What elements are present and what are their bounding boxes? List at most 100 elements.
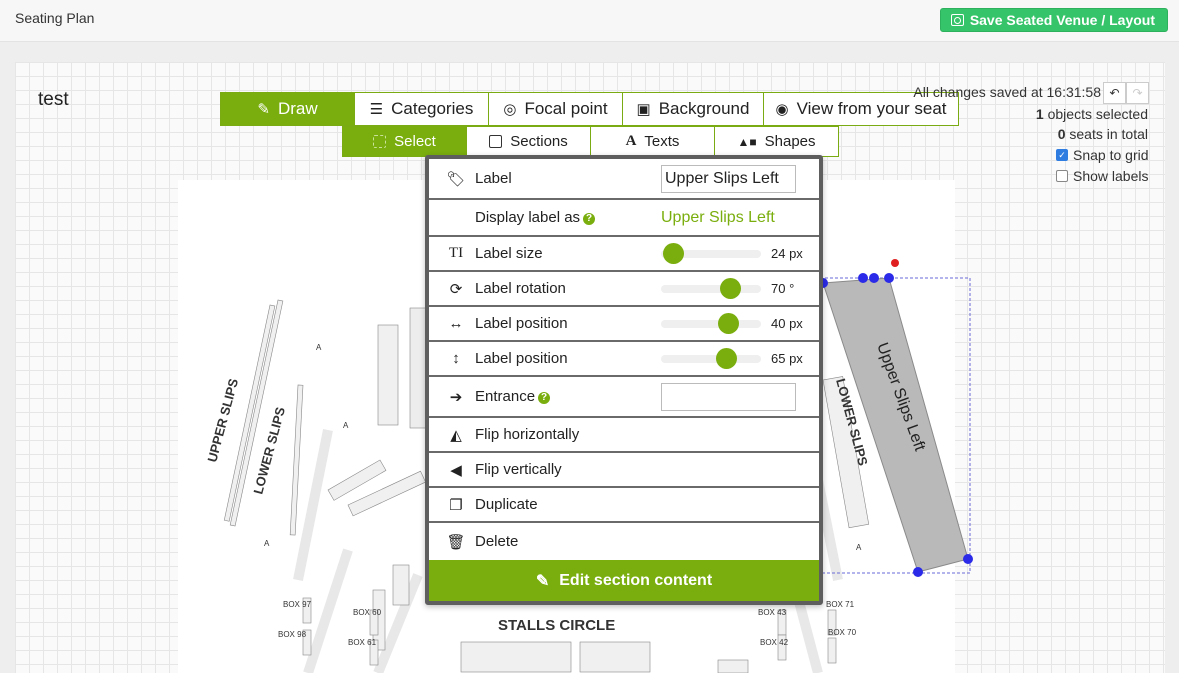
select-icon [373, 135, 387, 148]
display-label-title-text: Display label as [475, 209, 581, 226]
entrance-input[interactable] [661, 383, 796, 411]
app-title: Seating Plan [15, 10, 95, 26]
edit-section-content-button[interactable]: ✎ Edit section content [429, 560, 819, 601]
tool-select[interactable]: Select [342, 126, 467, 157]
label-rotation-knob[interactable] [720, 277, 741, 299]
seats-total: 0 seats in total [1058, 126, 1148, 142]
tab-background[interactable]: ▣ Background [623, 92, 764, 126]
tab-background-label: Background [658, 99, 750, 118]
label-position-y-title: Label position [475, 350, 568, 367]
label-size-title: Label size [475, 245, 543, 262]
duplicate-action[interactable]: ❐ Duplicate [429, 488, 819, 523]
box-label: BOX 60 [353, 608, 382, 617]
trash-icon: 🗑 [446, 533, 466, 551]
undo-button[interactable]: ↶ [1103, 82, 1126, 104]
tool-texts[interactable]: A Texts [591, 126, 715, 157]
tab-view-from-seat-label: View from your seat [796, 99, 947, 118]
target-icon: ◎ [503, 100, 517, 118]
row-letter: A [343, 421, 349, 430]
duplicate-label: Duplicate [475, 496, 538, 513]
tool-shapes[interactable]: ▲■ Shapes [715, 126, 839, 157]
label-position-y-row: ↕ Label position 65 px [429, 342, 819, 377]
label-rotation-value: 70 ° [771, 281, 795, 296]
tab-focal-point[interactable]: ◎ Focal point [489, 92, 623, 126]
label-position-x-value: 40 px [771, 316, 803, 331]
edit-icon: ✎ [535, 572, 550, 590]
box-label: BOX 98 [278, 630, 307, 639]
label-position-x-row: ↔ Label position 40 px [429, 307, 819, 342]
tool-shapes-label: Shapes [764, 133, 816, 150]
tool-texts-label: Texts [644, 133, 680, 150]
text-size-icon: TI [448, 245, 464, 261]
flip-horizontally-action[interactable]: ◭ Flip horizontally [429, 418, 819, 453]
objects-count: 1 [1035, 106, 1044, 122]
copy-icon: ❐ [449, 496, 463, 514]
section-properties-popup: 🏷 Label Display label as? Upper Slips Le… [425, 155, 823, 605]
tool-select-label: Select [394, 133, 436, 150]
save-venue-button[interactable]: Save Seated Venue / Layout [939, 8, 1168, 32]
sign-in-icon: ➔ [449, 388, 463, 406]
history-buttons: ↶ ↷ [1103, 82, 1149, 104]
rotate-icon: ⟳ [449, 280, 463, 298]
display-label-value[interactable]: Upper Slips Left [661, 209, 775, 227]
tab-draw[interactable]: ✎ Draw [220, 92, 355, 126]
box-label: BOX 61 [348, 638, 377, 647]
label-size-row: TI Label size 24 px [429, 237, 819, 272]
flip-horizontally-label: Flip horizontally [475, 426, 580, 443]
flip-vertically-label: Flip vertically [475, 461, 562, 478]
label-position-y-slider[interactable] [661, 347, 761, 369]
label-input[interactable] [661, 165, 796, 193]
tag-icon: 🏷 [446, 170, 466, 188]
label-title: Label [475, 170, 512, 187]
horizontal-arrows-icon: ↔ [448, 315, 464, 332]
box-label: BOX 43 [758, 608, 787, 617]
tab-categories[interactable]: ☰ Categories [355, 92, 489, 126]
label-row: 🏷 Label [429, 159, 819, 200]
shapes-icon: ▲■ [737, 134, 757, 149]
save-venue-label: Save Seated Venue / Layout [969, 12, 1155, 28]
help-icon[interactable]: ? [538, 391, 551, 404]
stalls-circle-label: STALLS CIRCLE [498, 617, 615, 634]
text-icon: A [625, 133, 637, 149]
save-icon [950, 14, 964, 26]
label-rotation-slider[interactable] [661, 277, 761, 299]
redo-button[interactable]: ↷ [1126, 82, 1149, 104]
tool-sections[interactable]: Sections [467, 126, 591, 157]
main-toolbar: ✎ Draw ☰ Categories ◎ Focal point ▣ Back… [220, 92, 959, 126]
label-rotation-title: Label rotation [475, 280, 566, 297]
entrance-title-text: Entrance [475, 388, 536, 405]
sub-toolbar: Select Sections A Texts ▲■ Shapes [342, 126, 839, 157]
seats-count: 0 [1057, 126, 1066, 142]
seats-text: seats in total [1069, 126, 1148, 142]
row-letter: A [316, 343, 322, 352]
objects-text: objects selected [1047, 106, 1148, 122]
delete-action[interactable]: 🗑 Delete [429, 523, 819, 560]
flip-vertically-action[interactable]: ◀ Flip vertically [429, 453, 819, 488]
label-position-x-slider[interactable] [661, 312, 761, 334]
help-icon[interactable]: ? [583, 212, 596, 225]
edit-section-content-label: Edit section content [559, 571, 713, 589]
display-label-row: Display label as? Upper Slips Left [429, 200, 819, 237]
label-size-knob[interactable] [663, 242, 684, 264]
vertical-arrows-icon: ↕ [452, 350, 460, 367]
label-position-x-knob[interactable] [718, 312, 739, 334]
row-letter: A [856, 543, 862, 552]
show-labels-checkbox[interactable] [1056, 170, 1068, 182]
top-bar: Seating Plan Save Seated Venue / Layout [0, 0, 1179, 42]
tool-sections-label: Sections [510, 133, 568, 150]
box-label: BOX 42 [760, 638, 789, 647]
tab-draw-label: Draw [277, 99, 318, 118]
image-icon: ▣ [636, 100, 651, 118]
snap-to-grid-toggle[interactable]: ✓ Snap to grid [1056, 147, 1149, 163]
venue-name[interactable]: test [38, 89, 69, 111]
tab-focal-point-label: Focal point [524, 99, 608, 118]
label-position-y-knob[interactable] [716, 347, 737, 369]
show-labels-toggle[interactable]: Show labels [1056, 168, 1149, 184]
box-label: BOX 71 [826, 600, 855, 609]
pencil-icon: ✎ [257, 100, 270, 118]
redo-icon: ↷ [1132, 86, 1143, 100]
save-status: All changes saved at 16:31:58 [913, 84, 1101, 100]
entrance-title: Entrance? [475, 388, 551, 405]
label-size-slider[interactable] [661, 242, 761, 264]
snap-to-grid-checkbox[interactable]: ✓ [1056, 149, 1068, 161]
